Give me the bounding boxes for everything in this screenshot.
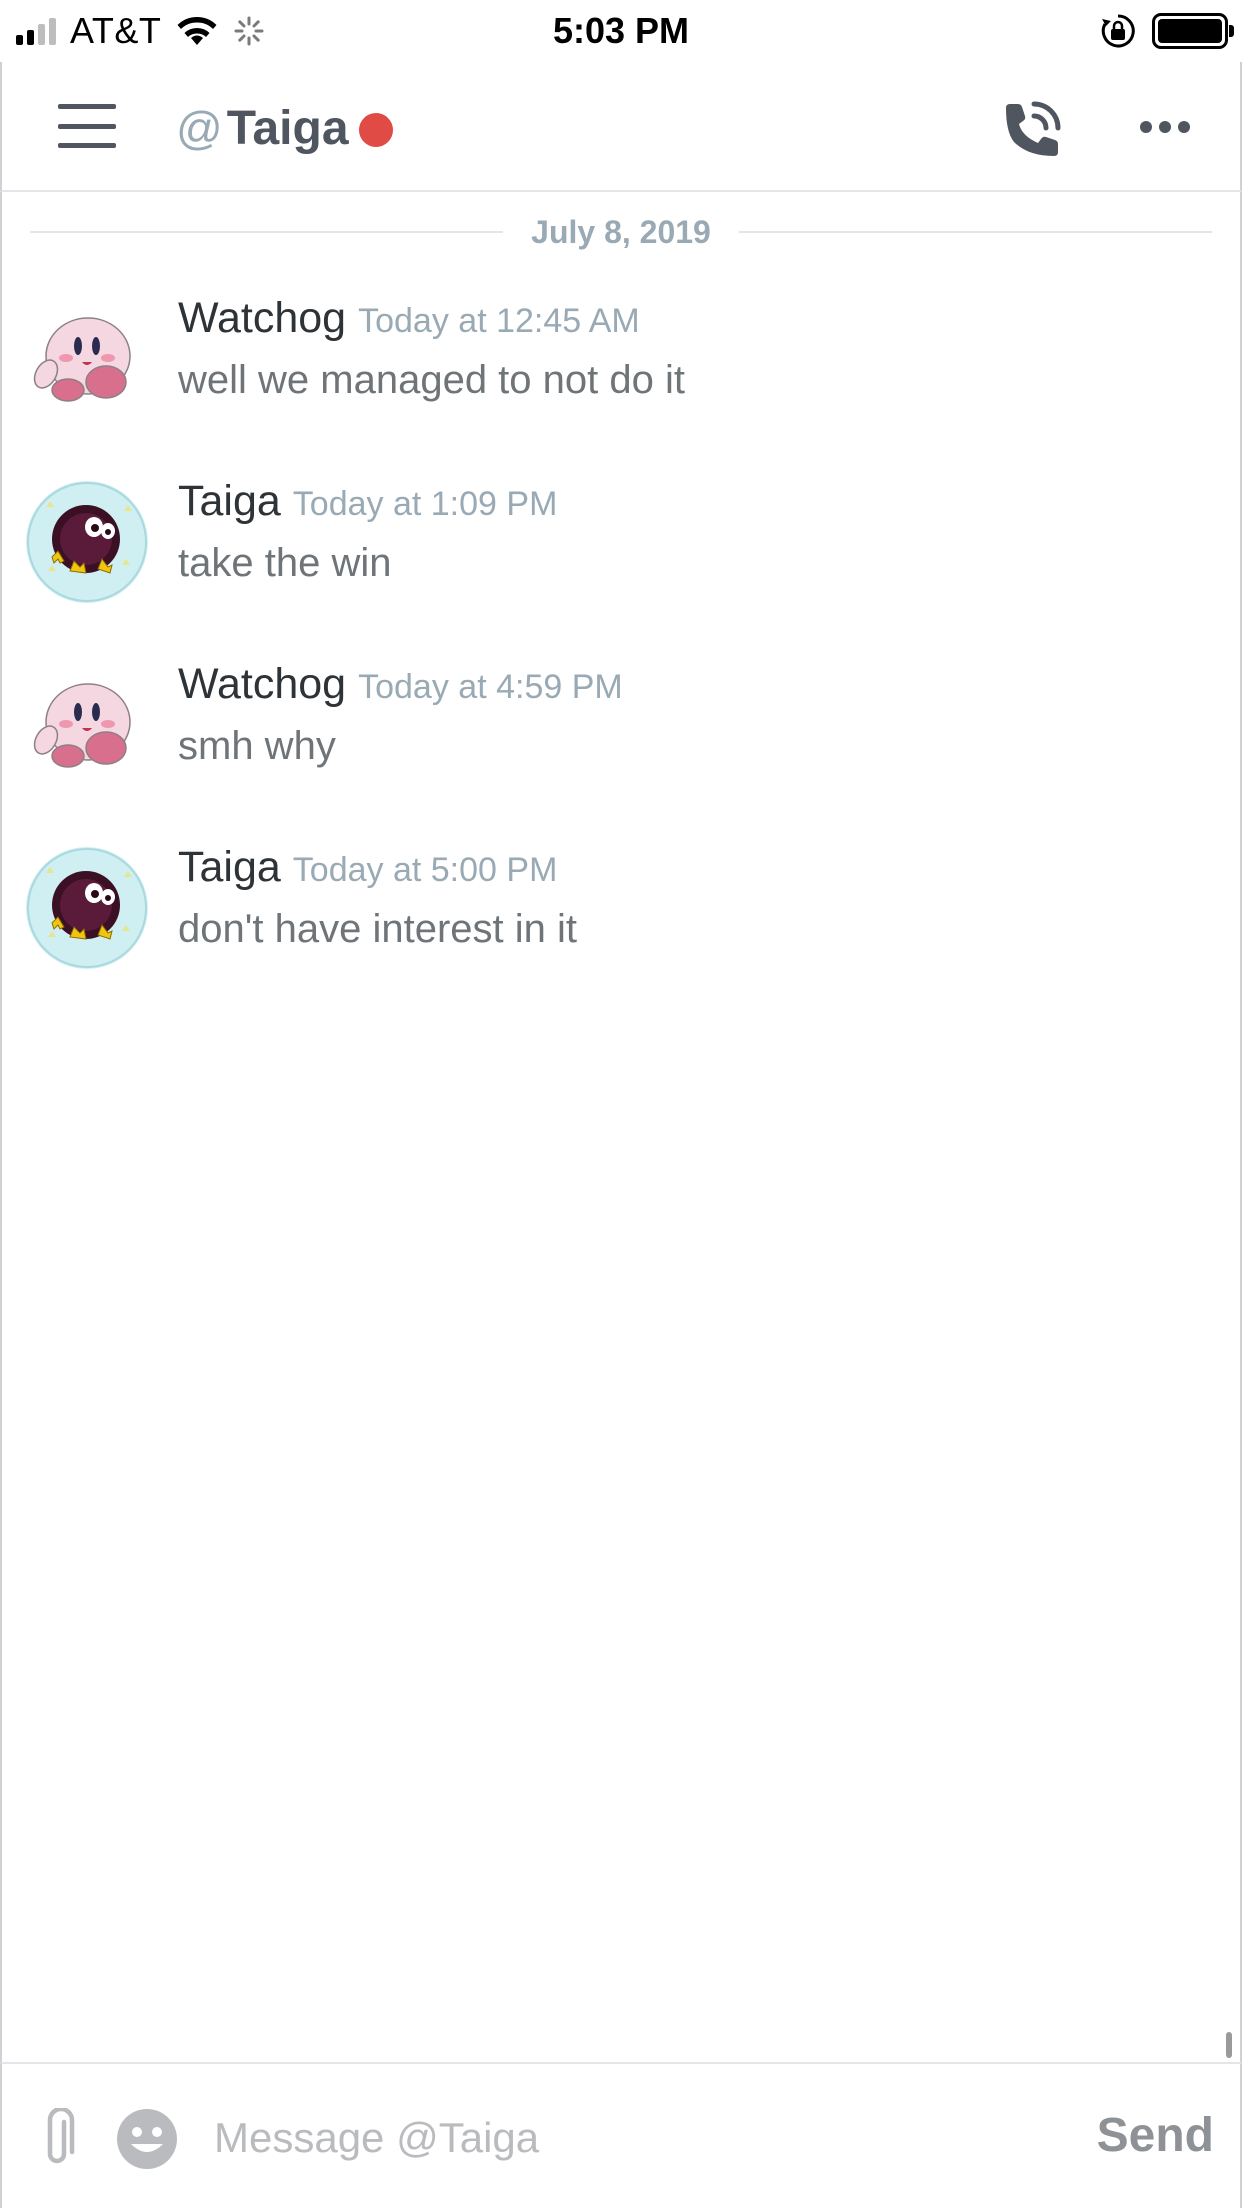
more-options-icon[interactable] bbox=[1140, 118, 1190, 136]
channel-name: Taiga bbox=[226, 101, 349, 155]
message-timestamp: Today at 1:09 PM bbox=[292, 485, 558, 523]
dnd-status-indicator bbox=[358, 113, 393, 147]
scrollbar-thumb[interactable] bbox=[1226, 2032, 1232, 2058]
phone-call-icon[interactable] bbox=[1000, 98, 1064, 162]
paperclip-icon[interactable] bbox=[36, 2108, 78, 2172]
message-item[interactable]: Taiga Today at 5:00 PM don't have intere… bbox=[2, 843, 1202, 993]
message-item[interactable]: Watchog Today at 12:45 AM well we manage… bbox=[2, 294, 1202, 444]
message-author[interactable]: Watchog bbox=[178, 294, 346, 343]
message-composer: Send bbox=[0, 2062, 1242, 2208]
menu-icon[interactable] bbox=[58, 104, 116, 148]
status-time: 5:03 PM bbox=[552, 10, 690, 51]
message-text: take the win bbox=[178, 541, 392, 585]
at-symbol: @ bbox=[176, 102, 223, 154]
message-author[interactable]: Taiga bbox=[178, 477, 281, 526]
message-text: well we managed to not do it bbox=[178, 358, 685, 402]
date-divider: July 8, 2019 bbox=[30, 210, 1212, 254]
message-timestamp: Today at 12:45 AM bbox=[358, 302, 640, 340]
rotation-lock-icon bbox=[1101, 14, 1135, 48]
emoji-icon[interactable] bbox=[116, 2108, 178, 2170]
send-button[interactable]: Send bbox=[1097, 2108, 1214, 2163]
message-text: don't have interest in it bbox=[178, 907, 577, 951]
kuriboh-avatar[interactable] bbox=[26, 481, 148, 603]
chat-area[interactable]: July 8, 2019 Watchog Today at 12:45 AM w… bbox=[0, 192, 1242, 2062]
message-input[interactable] bbox=[214, 2100, 1014, 2176]
kirby-avatar[interactable] bbox=[26, 664, 148, 786]
status-bar: AT&T 5:03 PM bbox=[0, 0, 1242, 62]
message-timestamp: Today at 5:00 PM bbox=[292, 851, 558, 889]
battery-icon bbox=[1152, 13, 1234, 49]
kuriboh-avatar[interactable] bbox=[26, 847, 148, 969]
message-item[interactable]: Taiga Today at 1:09 PM take the win bbox=[2, 477, 1202, 627]
message-author[interactable]: Watchog bbox=[178, 660, 346, 709]
message-text: smh why bbox=[178, 724, 336, 768]
message-author[interactable]: Taiga bbox=[178, 843, 281, 892]
date-divider-label: July 8, 2019 bbox=[531, 213, 711, 250]
message-item[interactable]: Watchog Today at 4:59 PM smh why bbox=[2, 660, 1202, 810]
message-timestamp: Today at 4:59 PM bbox=[358, 668, 623, 706]
kirby-avatar[interactable] bbox=[26, 298, 148, 420]
channel-title[interactable]: @ Taiga bbox=[176, 98, 393, 158]
channel-header: @ Taiga bbox=[0, 62, 1242, 192]
